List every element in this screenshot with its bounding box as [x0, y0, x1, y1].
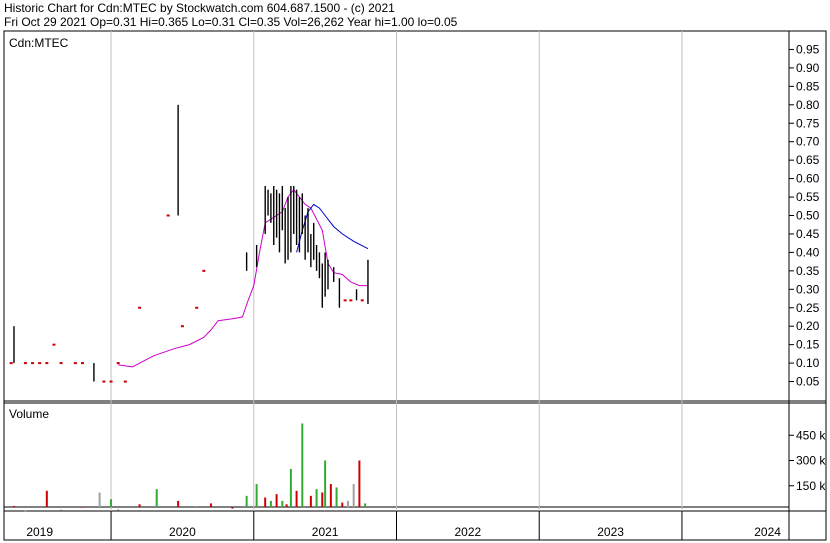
- price-tick-label: 0.05: [796, 375, 820, 389]
- price-tick-label: 0.80: [796, 98, 820, 112]
- chart-frame: [3, 30, 827, 541]
- price-bar-flat: [38, 362, 42, 365]
- price-tick-label: 0.15: [796, 338, 820, 352]
- moving-averages: [118, 188, 369, 368]
- price-tick-label: 0.35: [796, 264, 820, 278]
- outer-border: [3, 30, 827, 541]
- volume-bar: [98, 492, 101, 507]
- price-bar-flat: [45, 362, 49, 365]
- price-bar-flat: [166, 214, 170, 217]
- price-tick-label: 0.85: [796, 79, 820, 93]
- grid-lines: [110, 31, 683, 540]
- volume-bar: [295, 490, 298, 507]
- price-bar-flat: [116, 362, 120, 365]
- volume-bar: [324, 460, 327, 507]
- chart-window: Historic Chart for Cdn:MTEC by Stockwatc…: [0, 0, 830, 543]
- volume-bar: [117, 509, 120, 511]
- price-tick-label: 0.75: [796, 116, 820, 130]
- price-tick-label: 0.65: [796, 153, 820, 167]
- volume-tick-label: 150 k: [796, 479, 826, 493]
- price-tick-label: 0.20: [796, 319, 820, 333]
- volume-bar: [341, 502, 344, 507]
- volume-bar: [110, 499, 113, 507]
- volume-bar: [321, 492, 324, 507]
- volume-bar: [138, 504, 141, 507]
- price-tick-label: 0.45: [796, 227, 820, 241]
- volume-bar: [195, 505, 198, 507]
- price-bar-flat: [52, 343, 56, 346]
- volume-tick-label: 450 k: [796, 428, 826, 442]
- price-bar-flat: [23, 362, 27, 365]
- year-label: 2023: [597, 525, 624, 539]
- price-bar-flat: [109, 380, 113, 383]
- price-bar-flat: [349, 299, 353, 302]
- volume-bar: [155, 489, 158, 507]
- price-tick-label: 0.25: [796, 301, 820, 315]
- price-tick-label: 0.30: [796, 282, 820, 296]
- symbol-label: Cdn:MTEC: [9, 36, 69, 50]
- volume-bar: [231, 507, 234, 509]
- volume-bar: [364, 503, 367, 507]
- volume-bar: [275, 494, 278, 507]
- volume-bar: [269, 500, 272, 507]
- year-label: 2020: [169, 525, 196, 539]
- year-label: 2019: [26, 525, 53, 539]
- volume-bar: [346, 500, 349, 507]
- volume-bar: [209, 503, 212, 507]
- price-tick-label: 0.40: [796, 245, 820, 259]
- volume-bar: [285, 504, 288, 507]
- volume-bar: [352, 484, 355, 507]
- price-bar-flat: [123, 380, 127, 383]
- volume-bar: [177, 500, 180, 507]
- volume-label: Volume: [9, 407, 49, 421]
- volume-bar: [358, 460, 361, 507]
- price-bar-flat: [138, 306, 142, 309]
- volume-bar: [281, 500, 284, 507]
- volume-tick-label: 300 k: [796, 454, 826, 468]
- price-tick-label: 0.60: [796, 172, 820, 186]
- year-label: 2022: [455, 525, 482, 539]
- price-bar-flat: [102, 380, 106, 383]
- price-bar-flat: [202, 269, 206, 272]
- volume-bar: [45, 490, 48, 507]
- price-tick-label: 0.10: [796, 356, 820, 370]
- price-tick-label: 0.50: [796, 209, 820, 223]
- price-tick-label: 0.55: [796, 190, 820, 204]
- price-bar-flat: [73, 362, 77, 365]
- volume-bar: [301, 423, 304, 507]
- chart-canvas: 0.05 0.10 0.15 0.20 0.25 0.30 0.35 0.40 0.45 0.50…: [3, 30, 827, 541]
- price-bar-flat: [343, 299, 347, 302]
- price-bar-flat: [9, 362, 13, 365]
- volume-bar: [309, 495, 312, 507]
- volume-bar: [81, 506, 84, 508]
- volume-bar: [289, 468, 292, 507]
- axis-labels: 0.05 0.10 0.15 0.20 0.25 0.30 0.35 0.40 0.45 0.50…: [26, 42, 826, 539]
- price-bar-flat: [31, 362, 35, 365]
- volume-bar: [315, 489, 318, 507]
- price-bar-flat: [360, 299, 364, 302]
- volume-bar: [245, 495, 248, 507]
- volume-bar: [24, 510, 27, 512]
- price-tick-label: 0.90: [796, 61, 820, 75]
- volume-bar: [329, 484, 332, 507]
- volume-bar: [255, 484, 258, 507]
- volume-bar: [335, 487, 338, 507]
- volume-bar: [264, 497, 267, 507]
- price-bar-flat: [81, 362, 84, 365]
- short-moving-average-line: [118, 188, 368, 368]
- price-bars: [9, 104, 369, 383]
- price-bar-flat: [195, 306, 199, 309]
- volume-bar: [12, 505, 15, 507]
- volume-bar: [60, 509, 63, 511]
- year-label: 2021: [312, 525, 339, 539]
- price-bar-flat: [59, 362, 63, 365]
- price-tick-label: 0.95: [796, 42, 820, 56]
- volume-bars: [12, 423, 367, 512]
- price-bar-flat: [180, 325, 184, 328]
- year-label: 2024: [754, 525, 781, 539]
- price-tick-label: 0.70: [796, 135, 820, 149]
